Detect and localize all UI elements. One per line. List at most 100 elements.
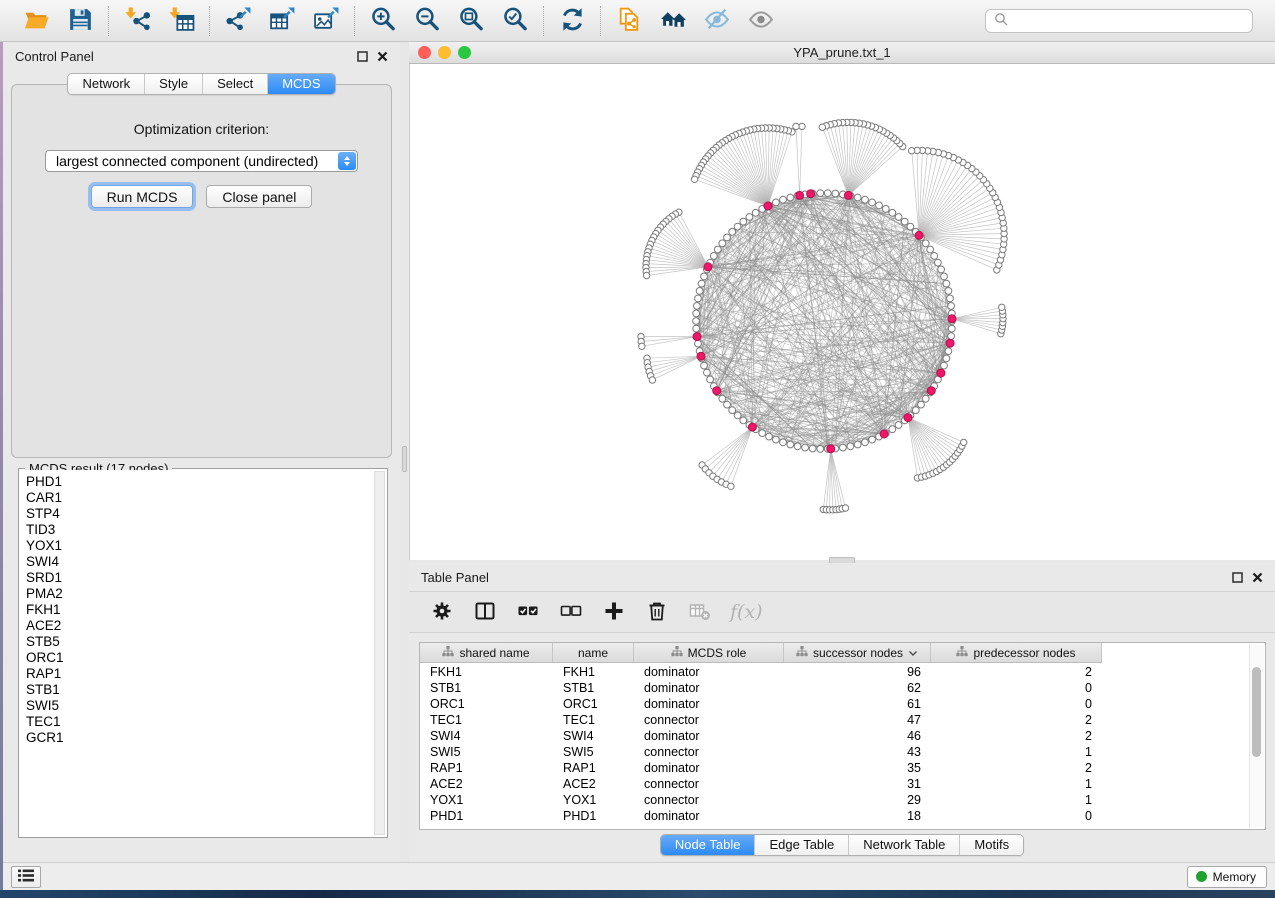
column-type-icon (671, 646, 683, 660)
search-input[interactable] (1014, 11, 1252, 31)
mcds-result-item[interactable]: ACE2 (26, 618, 386, 634)
vertical-splitter[interactable] (400, 42, 409, 862)
show-all-button[interactable] (745, 5, 777, 37)
minimize-window-icon[interactable] (438, 46, 451, 59)
table-row[interactable]: SWI4SWI4dominator462 (420, 728, 1265, 744)
tab-style[interactable]: Style (145, 74, 203, 94)
function-builder-button[interactable]: f(x) (730, 599, 763, 625)
column-header-name[interactable]: name (553, 643, 634, 662)
clone-network-button[interactable] (613, 5, 645, 37)
cell-shared_name: SWI4 (420, 729, 553, 743)
splitter-handle[interactable] (402, 446, 407, 472)
mcds-result-item[interactable]: STP4 (26, 506, 386, 522)
mcds-result-item[interactable]: TID3 (26, 522, 386, 538)
table-row[interactable]: YOX1YOX1connector291 (420, 792, 1265, 808)
close-panel-button[interactable] (1252, 572, 1263, 583)
import-table-button[interactable] (165, 5, 197, 37)
deselect-all-columns-button[interactable] (558, 599, 584, 625)
close-window-icon[interactable] (418, 46, 431, 59)
tab-edge-table[interactable]: Edge Table (755, 835, 849, 855)
search-field[interactable] (985, 9, 1253, 33)
mcds-result-item[interactable]: YOX1 (26, 538, 386, 554)
column-header-predecessor-nodes[interactable]: predecessor nodes (931, 643, 1102, 662)
tab-network[interactable]: Network (68, 74, 145, 94)
memory-button[interactable]: Memory (1187, 866, 1267, 888)
mcds-result-item[interactable]: RAP1 (26, 666, 386, 682)
table-row[interactable]: PHD1PHD1dominator180 (420, 808, 1265, 824)
delete-table-button[interactable] (687, 599, 713, 625)
open-file-button[interactable] (20, 5, 52, 37)
table-row[interactable]: ORC1ORC1dominator610 (420, 696, 1265, 712)
tab-motifs[interactable]: Motifs (960, 835, 1023, 855)
table-row[interactable]: SWI5SWI5connector431 (420, 744, 1265, 760)
cell-successor_nodes: 96 (784, 665, 931, 679)
tab-node-table[interactable]: Node Table (661, 835, 756, 855)
column-header-shared-name[interactable]: shared name (420, 643, 553, 662)
table-row[interactable]: RAP1RAP1dominator352 (420, 760, 1265, 776)
save-session-button[interactable] (64, 5, 96, 37)
tab-select[interactable]: Select (203, 74, 268, 94)
cell-successor_nodes: 31 (784, 777, 931, 791)
column-type-icon (442, 646, 454, 660)
zoom-fit-button[interactable] (455, 5, 487, 37)
zoom-out-icon (414, 6, 441, 36)
select-all-columns-button[interactable] (515, 599, 541, 625)
float-panel-button[interactable] (357, 51, 368, 62)
mcds-result-item[interactable]: SWI4 (26, 554, 386, 570)
mcds-result-item[interactable]: PHD1 (26, 474, 386, 490)
cell-mcds_role: connector (634, 793, 784, 807)
network-canvas[interactable] (409, 64, 1275, 560)
mcds-result-list[interactable]: PHD1CAR1STP4TID3YOX1SWI4SRD1PMA2FKH1ACE2… (20, 470, 386, 836)
add-column-button[interactable] (601, 599, 627, 625)
split-panel-button[interactable] (472, 599, 498, 625)
refresh-layout-button[interactable] (556, 5, 588, 37)
network-graph[interactable] (410, 64, 1275, 557)
mcds-result-item[interactable]: GCR1 (26, 730, 386, 746)
table-scrollbar-thumb[interactable] (1252, 667, 1261, 757)
first-neighbors-icon (660, 6, 687, 36)
mcds-result-item[interactable]: PMA2 (26, 586, 386, 602)
import-network-button[interactable] (121, 5, 153, 37)
zoom-in-button[interactable] (367, 5, 399, 37)
mcds-result-item[interactable]: SRD1 (26, 570, 386, 586)
first-neighbors-button[interactable] (657, 5, 689, 37)
run-mcds-button[interactable]: Run MCDS (91, 185, 194, 208)
export-table-button[interactable] (266, 5, 298, 37)
cell-predecessor_nodes: 0 (931, 809, 1102, 823)
status-bar: Memory (3, 862, 1275, 890)
tab-mcds[interactable]: MCDS (268, 74, 334, 94)
task-history-button[interactable] (11, 866, 41, 888)
close-mcds-button[interactable]: Close panel (206, 185, 312, 208)
settings-button[interactable] (429, 599, 455, 625)
close-panel-button[interactable] (377, 51, 388, 62)
cell-name: PHD1 (553, 809, 634, 823)
cell-name: YOX1 (553, 793, 634, 807)
float-panel-button[interactable] (1232, 572, 1243, 583)
column-header-MCDS-role[interactable]: MCDS role (634, 643, 784, 662)
mcds-list-scrollbar[interactable] (374, 471, 385, 835)
table-row[interactable]: TEC1TEC1connector472 (420, 712, 1265, 728)
cell-successor_nodes: 46 (784, 729, 931, 743)
mcds-result-item[interactable]: ORC1 (26, 650, 386, 666)
mcds-result-item[interactable]: FKH1 (26, 602, 386, 618)
mcds-result-item[interactable]: CAR1 (26, 490, 386, 506)
open-file-icon (23, 6, 50, 36)
hide-selected-button[interactable] (701, 5, 733, 37)
tab-network-table[interactable]: Network Table (849, 835, 960, 855)
mcds-result-item[interactable]: SWI5 (26, 698, 386, 714)
table-row[interactable]: ACE2ACE2connector311 (420, 776, 1265, 792)
optimization-criterion-select[interactable]: largest connected component (undirected) (45, 150, 358, 172)
table-row[interactable]: FKH1FKH1dominator962 (420, 664, 1265, 680)
export-image-button[interactable] (310, 5, 342, 37)
mcds-result-item[interactable]: STB5 (26, 634, 386, 650)
table-row[interactable]: STB1STB1dominator620 (420, 680, 1265, 696)
export-network-button[interactable] (222, 5, 254, 37)
mcds-result-item[interactable]: TEC1 (26, 714, 386, 730)
maximize-window-icon[interactable] (458, 46, 471, 59)
mcds-result-item[interactable]: STB1 (26, 682, 386, 698)
zoom-selected-button[interactable] (499, 5, 531, 37)
delete-column-button[interactable] (644, 599, 670, 625)
zoom-out-button[interactable] (411, 5, 443, 37)
cell-shared_name: RAP1 (420, 761, 553, 775)
column-header-successor-nodes[interactable]: successor nodes (784, 643, 931, 662)
